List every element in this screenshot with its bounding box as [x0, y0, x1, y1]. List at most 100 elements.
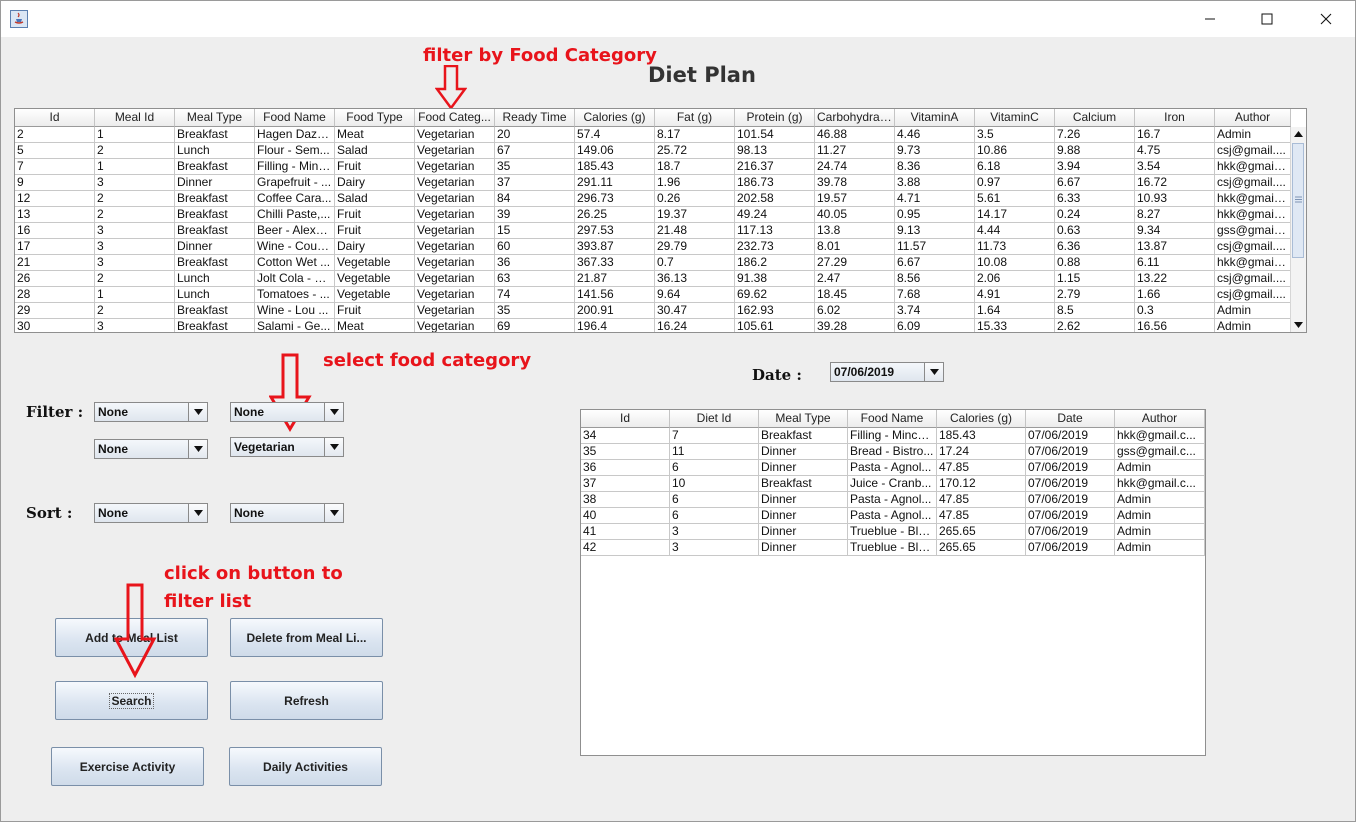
column-header[interactable]: Food Categ...: [415, 109, 495, 127]
column-header[interactable]: Date: [1026, 410, 1115, 428]
maximize-icon[interactable]: [1238, 1, 1296, 37]
meal-list-table[interactable]: Id Diet Id Meal Type Food Name Calories (g) D…: [580, 409, 1206, 756]
table-cell: Bread - Bistro...: [848, 444, 937, 460]
column-header[interactable]: Food Type: [335, 109, 415, 127]
table-row[interactable]: 17 3 Dinner Wine - Cous... Dairy Vegetarian 60…: [15, 239, 1291, 255]
table-row[interactable]: 21 3 Breakfast Cotton Wet ... Vegetable Veget…: [15, 255, 1291, 271]
column-header[interactable]: VitaminC: [975, 109, 1055, 127]
column-header[interactable]: Calories (g): [575, 109, 655, 127]
table-row[interactable]: 2 1 Breakfast Hagen Daza... Meat Vegetarian 20…: [15, 127, 1291, 143]
table-cell: 12: [15, 191, 95, 207]
chevron-down-icon[interactable]: [188, 504, 207, 522]
table-cell: 28: [15, 287, 95, 303]
table-row[interactable]: 12 2 Breakfast Coffee Cara... Salad Vegetaria…: [15, 191, 1291, 207]
sort-dropdown-2-value: None: [234, 506, 264, 520]
column-header[interactable]: Protein (g): [735, 109, 815, 127]
table-cell: 10.86: [975, 143, 1055, 159]
sort-dropdown-1[interactable]: None: [94, 503, 208, 523]
table-cell: Dinner: [175, 175, 255, 191]
table-row[interactable]: 38 6 Dinner Pasta - Agnol... 47.85 07/06/2019…: [581, 492, 1205, 508]
table-cell: 9.88: [1055, 143, 1135, 159]
table-cell: 15.33: [975, 319, 1055, 332]
food-table-scrollbar[interactable]: [1290, 127, 1306, 332]
table-cell: 216.37: [735, 159, 815, 175]
delete-from-meal-list-button[interactable]: Delete from Meal Li...: [230, 618, 383, 657]
column-header[interactable]: Calories (g): [937, 410, 1026, 428]
filter-dropdown-3[interactable]: None: [94, 439, 208, 459]
column-header[interactable]: VitaminA: [895, 109, 975, 127]
chevron-down-icon[interactable]: [188, 403, 207, 421]
table-cell: 4.46: [895, 127, 975, 143]
column-header[interactable]: Author: [1115, 410, 1205, 428]
column-header[interactable]: Author: [1215, 109, 1291, 127]
column-header[interactable]: Food Name: [848, 410, 937, 428]
table-cell: 6.11: [1135, 255, 1215, 271]
table-row[interactable]: 40 6 Dinner Pasta - Agnol... 47.85 07/06/2019…: [581, 508, 1205, 524]
column-header[interactable]: Meal Id: [95, 109, 175, 127]
column-header[interactable]: Iron: [1135, 109, 1215, 127]
date-picker[interactable]: 07/06/2019: [830, 362, 944, 382]
table-row[interactable]: 37 10 Breakfast Juice - Cranb... 170.12 07/06…: [581, 476, 1205, 492]
table-cell: 07/06/2019: [1026, 524, 1115, 540]
table-cell: Dinner: [759, 444, 848, 460]
search-button[interactable]: Search: [55, 681, 208, 720]
table-row[interactable]: 16 3 Breakfast Beer - Alexa... Fruit Vegetari…: [15, 223, 1291, 239]
table-row[interactable]: 13 2 Breakfast Chilli Paste,... Fruit Vegetar…: [15, 207, 1291, 223]
table-row[interactable]: 29 2 Breakfast Wine - Lou ... Fruit Vegetaria…: [15, 303, 1291, 319]
column-header[interactable]: Meal Type: [175, 109, 255, 127]
chevron-down-icon[interactable]: [188, 440, 207, 458]
table-cell: 25.72: [655, 143, 735, 159]
scroll-up-icon[interactable]: [1294, 131, 1303, 137]
table-cell: Trueblue - Blu...: [848, 540, 937, 556]
filter-dropdown-2[interactable]: None: [230, 402, 344, 422]
scroll-down-icon[interactable]: [1294, 322, 1303, 328]
close-icon[interactable]: [1297, 1, 1355, 37]
table-cell: Admin: [1215, 319, 1291, 332]
table-row[interactable]: 42 3 Dinner Trueblue - Blu... 265.65 07/06/20…: [581, 540, 1205, 556]
chevron-down-icon[interactable]: [324, 403, 343, 421]
table-row[interactable]: 7 1 Breakfast Filling - Minc... Fruit Vegetar…: [15, 159, 1291, 175]
column-header[interactable]: Food Name: [255, 109, 335, 127]
table-row[interactable]: 9 3 Dinner Grapefruit - ... Dairy Vegetarian 3…: [15, 175, 1291, 191]
table-cell: 8.17: [655, 127, 735, 143]
table-row[interactable]: 35 11 Dinner Bread - Bistro... 17.24 07/06/20…: [581, 444, 1205, 460]
filter-dropdown-1[interactable]: None: [94, 402, 208, 422]
sort-dropdown-2[interactable]: None: [230, 503, 344, 523]
table-cell: 30: [15, 319, 95, 332]
chevron-down-icon[interactable]: [324, 504, 343, 522]
chevron-down-icon[interactable]: [324, 438, 343, 456]
refresh-button[interactable]: Refresh: [230, 681, 383, 720]
table-cell: 13.8: [815, 223, 895, 239]
table-row[interactable]: 34 7 Breakfast Filling - Mince... 185.43 07/0…: [581, 428, 1205, 444]
column-header[interactable]: Ready Time: [495, 109, 575, 127]
table-cell: Wine - Lou ...: [255, 303, 335, 319]
chevron-down-icon[interactable]: [924, 363, 943, 381]
table-cell: Vegetarian: [415, 175, 495, 191]
table-cell: 84: [495, 191, 575, 207]
minimize-icon[interactable]: [1181, 1, 1239, 37]
column-header[interactable]: Calcium: [1055, 109, 1135, 127]
filter-dropdown-1-value: None: [98, 405, 128, 419]
food-table[interactable]: Id Meal Id Meal Type Food Name Food Type Food…: [14, 108, 1307, 333]
table-cell: Dinner: [759, 460, 848, 476]
column-header[interactable]: Carbohydrat...: [815, 109, 895, 127]
table-row[interactable]: 26 2 Lunch Jolt Cola - E... Vegetable Vegetar…: [15, 271, 1291, 287]
table-cell: 9.73: [895, 143, 975, 159]
column-header[interactable]: Id: [15, 109, 95, 127]
table-row[interactable]: 36 6 Dinner Pasta - Agnol... 47.85 07/06/2019…: [581, 460, 1205, 476]
table-row[interactable]: 41 3 Dinner Trueblue - Blu... 265.65 07/06/20…: [581, 524, 1205, 540]
table-cell: 10.08: [975, 255, 1055, 271]
column-header[interactable]: Fat (g): [655, 109, 735, 127]
table-row[interactable]: 30 3 Breakfast Salami - Ge... Meat Vegetarian…: [15, 319, 1291, 332]
column-header[interactable]: Id: [581, 410, 670, 428]
table-cell: Admin: [1115, 524, 1205, 540]
table-cell: 296.73: [575, 191, 655, 207]
column-header[interactable]: Meal Type: [759, 410, 848, 428]
exercise-activity-button[interactable]: Exercise Activity: [51, 747, 204, 786]
food-category-dropdown[interactable]: Vegetarian: [230, 437, 344, 457]
scroll-thumb[interactable]: [1292, 143, 1304, 258]
column-header[interactable]: Diet Id: [670, 410, 759, 428]
table-row[interactable]: 5 2 Lunch Flour - Sem... Salad Vegetarian 67 14…: [15, 143, 1291, 159]
daily-activities-button[interactable]: Daily Activities: [229, 747, 382, 786]
table-row[interactable]: 28 1 Lunch Tomatoes - ... Vegetable Vegetaria…: [15, 287, 1291, 303]
